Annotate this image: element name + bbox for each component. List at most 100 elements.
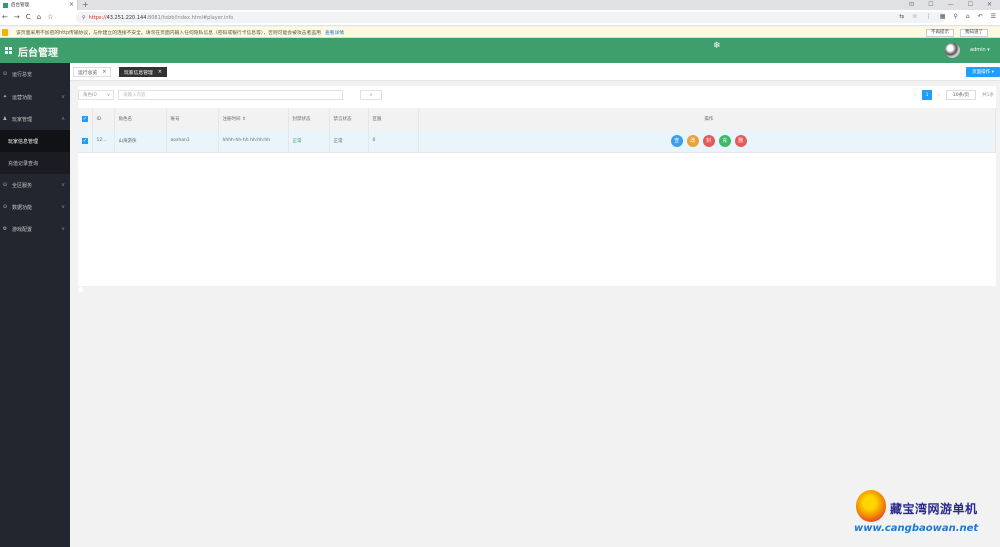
find-icon[interactable]: ⚲ [953,13,957,20]
chevron-down-icon: ∨ [106,92,110,98]
sidebar-item-data[interactable]: ⊙ 数据功能 ∨ [0,196,70,218]
favorite-icon[interactable]: ☆ [912,13,917,20]
column-header-sortable[interactable]: 注册时间 ⇕ [218,108,289,130]
snowflake-icon[interactable]: ❄ [713,41,721,51]
prev-page-icon[interactable]: ‹ [914,93,916,98]
cell-account: aoshan1 [166,130,219,153]
search-field-select[interactable]: 角色ID ∨ [78,90,114,100]
window-control-1[interactable]: ☐ [928,0,933,10]
more-icon[interactable]: ⋮ [926,13,932,20]
avatar[interactable] [945,43,960,58]
user-icon: ♟ [2,116,8,122]
search-button[interactable]: ⌕ [360,90,382,100]
table-row[interactable]: ✓ 12... 山海游侠 aoshan1 hhhh-hh-hh hh:hh:hh… [78,130,996,153]
gear-icon: ⚙ [2,226,8,232]
column-header[interactable]: ID [92,108,115,130]
sidebar-item-game-config[interactable]: ⚙ 游戏配置 ∨ [0,218,70,240]
chevron-down-icon: ∨ [61,182,65,188]
cell-mute-status: 正常 [329,130,369,153]
column-header[interactable]: 角色名 [114,108,167,130]
translate-icon[interactable]: ⇆ [899,13,904,20]
watermark-cn: 藏宝湾网游单机 [890,502,978,516]
close-icon[interactable]: × [102,69,106,75]
row-checkbox[interactable]: ✓ [78,130,93,153]
browser-tab-bar: 后台管理 × + ⊡ ☐ — ☐ ✕ [0,0,1000,10]
menu-grid-icon[interactable] [5,47,12,54]
new-tab-icon[interactable]: + [82,0,89,9]
home-icon[interactable]: ⌂ [37,13,41,21]
browser-tab[interactable]: 后台管理 × [0,0,78,10]
total-count: 共1条 [982,93,994,98]
sidebar-item-recharge-records[interactable]: 充值记录查询 [0,152,70,174]
favicon-icon [3,2,8,8]
close-tab-icon[interactable]: × [69,1,74,8]
star-icon: ✦ [2,94,8,100]
cell-id: 12... [92,130,115,153]
sidebar-item-label: 玩家管理 [12,116,33,123]
tab-player-info[interactable]: 玩家信息管理 × [119,67,167,77]
sidebar-item-label: 充值记录查询 [8,160,39,167]
view-button[interactable]: 查 [670,134,683,147]
column-header[interactable]: 禁言状态 [329,108,369,130]
dont-show-again-button[interactable]: 不再提示 [926,29,954,37]
url-host: 43.251.220.144 [106,14,147,21]
chevron-up-icon: ∧ [61,116,65,122]
column-header[interactable]: 账号 [166,108,219,130]
forward-icon[interactable]: → [14,13,20,21]
window-controls: ⊡ ☐ — ☐ ✕ [909,0,1000,10]
reload-icon[interactable]: C [26,13,31,21]
home2-icon[interactable]: ⌂ [966,13,970,20]
watermark: 藏宝湾网游单机 www.cangbaowan.net [852,488,997,540]
cell-operations: 查 改 封 充 删 [418,130,996,153]
sidebar-item-players[interactable]: ♟ 玩家管理 ∧ [0,108,70,130]
recharge-button[interactable]: 充 [718,134,731,147]
got-it-button[interactable]: 我知道了 [960,29,988,37]
edit-button[interactable]: 改 [686,134,699,147]
minimize-icon[interactable]: — [948,0,954,10]
undo-icon[interactable]: ↶ [978,13,983,20]
sidebar-item-overview[interactable]: ⊙ 运行总览 [0,63,70,85]
page-actions-button[interactable]: 页面操作 ▾ [966,67,1000,77]
cell-name: 山海游侠 [114,130,167,153]
back-icon[interactable]: ← [2,13,8,21]
sidebar: ⊙ 运行总览 ✦ 运营功能 ∨ ♟ 玩家管理 ∧ 玩家信息管理 充值记录查询 ⊙… [0,63,70,547]
chevron-down-icon: ∨ [61,94,65,100]
view-details-link[interactable]: 查看详情 [325,29,344,36]
url-path: :8081/hdzb/index.html#player.info [146,14,234,21]
current-page[interactable]: 1 [922,90,933,100]
security-info-bar: 该页面采用不加密的http传输协议，与你建立的连接不安全。请勿在页面内输入任何隐… [0,27,1000,38]
cell-server: 0 [368,130,419,153]
bookmark-icon[interactable]: ☆ [47,13,53,21]
page-tabs: 运行总览 × 玩家信息管理 × 页面操作 ▾ [70,63,1000,81]
watermark-logo [856,490,886,522]
player-table: ✓ ID 角色名 账号 注册时间 ⇕ 封禁状态 禁言状态 区服 操作 ✓ 12.… [78,108,996,153]
address-bar[interactable]: ⚲ https:// 43.251.220.144 :8081/hdzb/ind… [76,12,946,23]
app-title: 后台管理 [18,48,58,59]
close-window-icon[interactable]: ✕ [987,0,992,10]
sidebar-item-label: 游戏配置 [12,226,33,233]
warning-icon [2,28,8,36]
ban-button[interactable]: 封 [702,134,715,147]
page-size-select[interactable]: 10条/页 [945,90,977,100]
apps-icon[interactable]: ▦ [940,13,946,20]
close-icon[interactable]: × [158,69,162,75]
browser-toolbar: ← → C ⌂ ☆ ⚲ https:// 43.251.220.144 :808… [0,10,1000,26]
search-input[interactable]: 请输入内容 [118,90,343,100]
window-control-0[interactable]: ⊡ [909,0,914,10]
column-header[interactable]: 封禁状态 [288,108,330,130]
column-header[interactable]: 区服 [368,108,419,130]
tab-overview[interactable]: 运行总览 × [73,67,112,77]
select-all-checkbox[interactable]: ✓ [78,108,93,130]
sidebar-item-label: 数据功能 [12,204,33,211]
next-page-icon[interactable]: › [938,93,940,98]
player-table-card: 角色ID ∨ 请输入内容 ⌕ ‹ 1 › 10条/页 共1条 ✓ ID 角色名 … [78,86,996,286]
sidebar-item-label: 全区服务 [12,182,33,189]
user-menu[interactable]: admin ▾ [970,47,990,53]
menu-icon[interactable]: ☰ [991,13,996,20]
column-header: 操作 [418,108,996,130]
maximize-icon[interactable]: ☐ [968,0,973,10]
sidebar-item-servers[interactable]: ⊙ 全区服务 ∨ [0,174,70,196]
delete-button[interactable]: 删 [734,134,747,147]
sidebar-item-player-info[interactable]: 玩家信息管理 [0,130,70,152]
sidebar-item-operations[interactable]: ✦ 运营功能 ∨ [0,86,70,108]
